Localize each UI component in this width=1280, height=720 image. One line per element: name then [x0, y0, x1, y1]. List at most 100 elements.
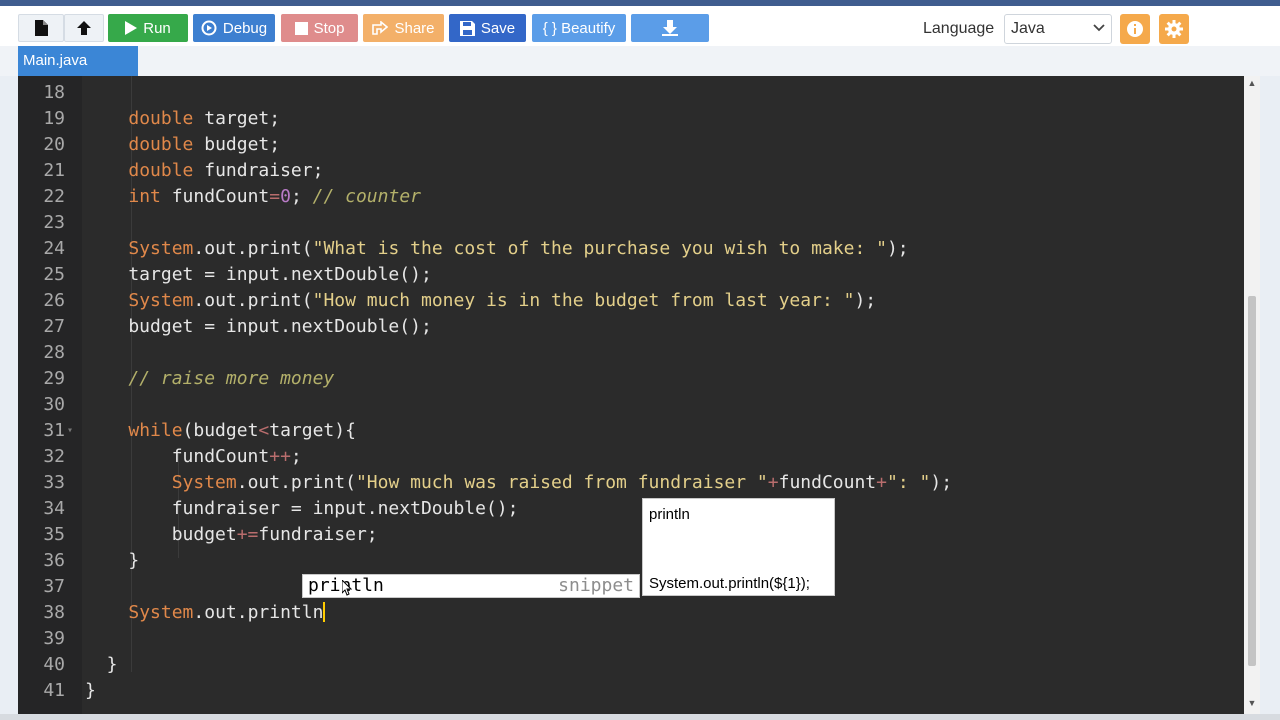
code-text: budget = input.nextDouble();: [85, 316, 432, 337]
text-cursor: [323, 602, 326, 622]
vertical-scrollbar[interactable]: ▲ ▼: [1244, 76, 1260, 714]
run-button[interactable]: Run: [108, 14, 188, 42]
code-line: 24 System.out.print("What is the cost of…: [18, 236, 1244, 262]
code-text: System.out.print("What is the cost of th…: [128, 238, 909, 259]
line-number: 38: [43, 602, 65, 623]
stop-button[interactable]: Stop: [281, 14, 358, 42]
code-text: double target;: [128, 108, 281, 129]
line-number: 31: [43, 420, 65, 441]
mouse-cursor-icon: [342, 580, 352, 596]
code-line: 34 fundraiser = input.nextDouble();: [18, 496, 1244, 522]
code-text: double fundraiser;: [128, 160, 324, 181]
beautify-button[interactable]: { } Beautify: [532, 14, 626, 42]
code-line: 25 target = input.nextDouble();: [18, 262, 1244, 288]
fold-arrow-icon[interactable]: ▾: [67, 418, 73, 444]
autocomplete-popup[interactable]: println snippet: [302, 574, 640, 598]
line-number: 19: [43, 108, 65, 129]
settings-button[interactable]: [1159, 14, 1189, 44]
line-number: 24: [43, 238, 65, 259]
beautify-label: { } Beautify: [542, 19, 616, 37]
code-line: 30: [18, 392, 1244, 418]
code-text: budget+=fundraiser;: [85, 524, 378, 545]
scrollbar-thumb[interactable]: [1248, 296, 1256, 666]
code-text: System.out.print("How much money is in t…: [128, 290, 877, 311]
line-number: 34: [43, 498, 65, 519]
info-button[interactable]: [1120, 14, 1150, 44]
upload-button[interactable]: [64, 14, 104, 42]
info-icon: [1127, 21, 1143, 37]
code-text: }: [85, 654, 118, 675]
line-number: 39: [43, 628, 65, 649]
debug-label: Debug: [222, 19, 268, 37]
code-line: 36 }: [18, 548, 1244, 574]
code-line: 35 budget+=fundraiser;: [18, 522, 1244, 548]
code-line: 29 // raise more money: [18, 366, 1244, 392]
line-number: 28: [43, 342, 65, 363]
stop-label: Stop: [313, 19, 345, 37]
save-icon: [459, 20, 475, 36]
new-file-button[interactable]: [18, 14, 64, 42]
code-line: 22 int fundCount=0; // counter: [18, 184, 1244, 210]
save-label: Save: [480, 19, 516, 37]
line-number: 22: [43, 186, 65, 207]
line-number: 23: [43, 212, 65, 233]
bottom-border: [0, 714, 1280, 720]
tab-bar: Main.java: [0, 46, 1280, 76]
line-number: 25: [43, 264, 65, 285]
code-line: 41}: [18, 678, 1244, 704]
code-text: fundCount++;: [85, 446, 302, 467]
code-text: double budget;: [128, 134, 281, 155]
debug-icon: [201, 20, 217, 36]
code-text: target = input.nextDouble();: [85, 264, 432, 285]
code-line: 31 ▾ while(budget<target){: [18, 418, 1244, 444]
code-text: // raise more money: [128, 368, 335, 389]
line-number: 32: [43, 446, 65, 467]
new-file-icon: [35, 20, 48, 36]
line-number: 20: [43, 134, 65, 155]
tab-main-java[interactable]: Main.java: [18, 46, 138, 76]
line-number: 37: [43, 576, 65, 597]
stop-icon: [294, 21, 308, 35]
share-label: Share: [394, 19, 435, 37]
code-line: 40 }: [18, 652, 1244, 678]
share-button[interactable]: Share: [363, 14, 444, 42]
code-text: }: [85, 550, 140, 571]
code-line: 26 System.out.print("How much money is i…: [18, 288, 1244, 314]
code-line: 21 double fundraiser;: [18, 158, 1244, 184]
code-line: 27 budget = input.nextDouble();: [18, 314, 1244, 340]
code-line: 19 double target;: [18, 106, 1244, 132]
doc-title: println: [649, 506, 690, 523]
gear-icon: [1165, 20, 1183, 38]
play-icon: [125, 21, 138, 35]
code-line: 18: [18, 80, 1244, 106]
line-number: 40: [43, 654, 65, 675]
code-text: while(budget<target){: [128, 420, 356, 441]
scroll-up-icon[interactable]: ▲: [1247, 78, 1257, 88]
save-button[interactable]: Save: [449, 14, 526, 42]
language-select[interactable]: Java: [1004, 14, 1112, 44]
line-number: 35: [43, 524, 65, 545]
line-number: 29: [43, 368, 65, 389]
code-text: System.out.println: [128, 602, 326, 623]
line-number: 36: [43, 550, 65, 571]
autocomplete-item-type: snippet: [558, 575, 634, 596]
doc-signature: System.out.println(${1});: [649, 575, 810, 592]
line-number: 26: [43, 290, 65, 311]
debug-button[interactable]: Debug: [193, 14, 275, 42]
autocomplete-doc-tooltip: println System.out.println(${1});: [642, 498, 835, 596]
code-text: int fundCount=0; // counter: [128, 186, 421, 207]
code-text: }: [85, 680, 96, 701]
line-number: 18: [43, 82, 65, 103]
code-line: 20 double budget;: [18, 132, 1244, 158]
code-text: System.out.print("How much was raised fr…: [171, 472, 953, 493]
code-line: 32 fundCount++;: [18, 444, 1244, 470]
download-button[interactable]: [631, 14, 709, 42]
share-icon: [372, 20, 389, 35]
download-icon: [662, 20, 678, 36]
scroll-down-icon[interactable]: ▼: [1247, 698, 1257, 708]
code-editor[interactable]: 18 19 double target; 20 double budget; 2…: [18, 76, 1244, 714]
code-line: 38 System.out.println: [18, 600, 1244, 626]
line-number: 27: [43, 316, 65, 337]
code-text: fundraiser = input.nextDouble();: [85, 498, 519, 519]
line-number: 21: [43, 160, 65, 181]
